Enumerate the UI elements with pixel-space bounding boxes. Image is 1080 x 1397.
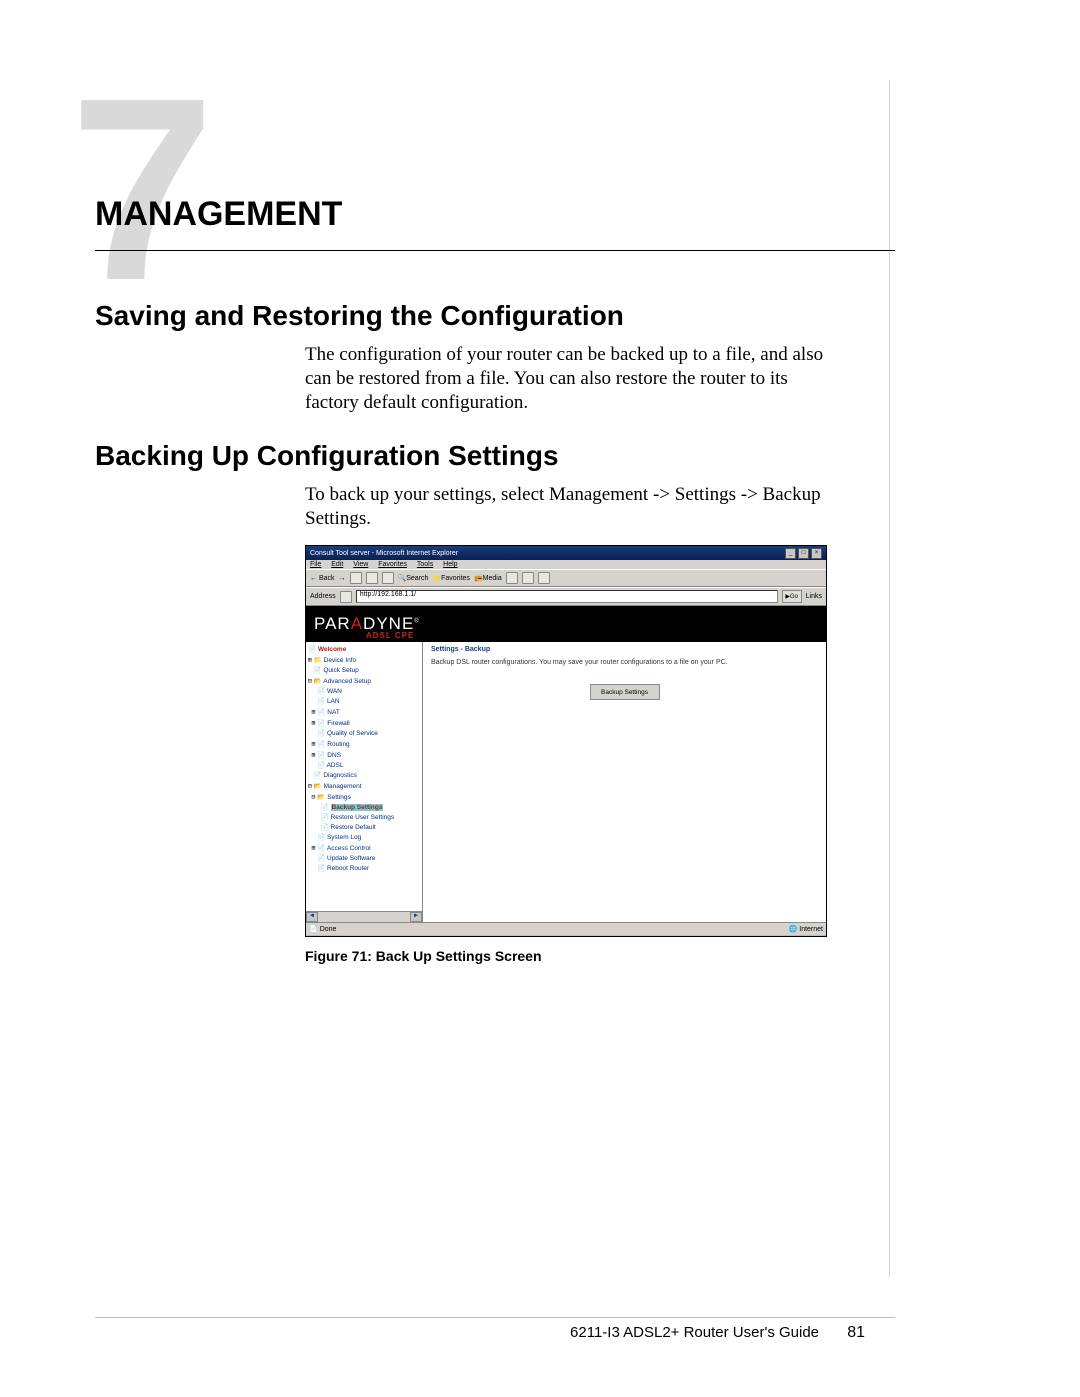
nav-system-log[interactable]: 📄 System Log bbox=[308, 833, 420, 843]
menu-help[interactable]: Help bbox=[443, 561, 457, 568]
nav-tree: 📄 Welcome ⊞ 📁 Device Info 📄 Quick Setup … bbox=[306, 642, 423, 922]
nav-advanced-setup[interactable]: ⊟ 📂 Advanced Setup bbox=[308, 676, 420, 687]
section-body-saving: The configuration of your router can be … bbox=[305, 343, 845, 414]
print-icon[interactable] bbox=[538, 572, 550, 584]
window-buttons: _ □ × bbox=[785, 548, 822, 559]
section-body-backup: To back up your settings, select Managem… bbox=[305, 483, 875, 531]
nav-quick-setup[interactable]: 📄 Quick Setup bbox=[308, 666, 420, 676]
brand-banner: PARADYNE® ADSL CPE bbox=[306, 606, 826, 642]
nav-nat[interactable]: ⊞ 📄 NAT bbox=[308, 707, 420, 718]
panel-title: Settings - Backup bbox=[431, 646, 818, 653]
nav-wan[interactable]: 📄 WAN bbox=[308, 687, 420, 697]
status-right: 🌐 Internet bbox=[789, 925, 823, 933]
nav-dns[interactable]: ⊞ 📄 DNS bbox=[308, 750, 420, 761]
chapter-title: MANAGEMENT bbox=[95, 195, 342, 234]
tree-scrollbar[interactable]: ◄ ► bbox=[306, 911, 422, 922]
home-icon[interactable] bbox=[382, 572, 394, 584]
nav-access-control[interactable]: ⊞ 📄 Access Control bbox=[308, 843, 420, 854]
address-input[interactable]: http://192.168.1.1/ bbox=[356, 590, 778, 603]
title-rule bbox=[95, 250, 895, 251]
nav-adsl[interactable]: 📄 ADSL bbox=[308, 761, 420, 771]
brand-subtitle: ADSL CPE bbox=[366, 631, 414, 640]
screenshot-figure: Consult Tool server - Microsoft Internet… bbox=[305, 545, 827, 937]
window-title: Consult Tool server - Microsoft Internet… bbox=[310, 550, 458, 557]
footer-page-number: 81 bbox=[847, 1324, 865, 1341]
menu-favorites[interactable]: Favorites bbox=[378, 561, 407, 568]
scroll-right-icon[interactable]: ► bbox=[410, 912, 422, 922]
menu-file[interactable]: File bbox=[310, 561, 321, 568]
go-button[interactable]: ▶Go bbox=[782, 590, 802, 603]
nav-lan[interactable]: 📄 LAN bbox=[308, 697, 420, 707]
page-icon bbox=[340, 591, 352, 603]
nav-firewall[interactable]: ⊞ 📄 Firewall bbox=[308, 718, 420, 729]
nav-settings[interactable]: ⊟ 📂 Settings bbox=[308, 792, 420, 803]
page-footer: 6211-I3 ADSL2+ Router User's Guide 81 bbox=[95, 1317, 895, 1342]
address-toolbar: Address http://192.168.1.1/ ▶Go Links bbox=[306, 587, 826, 606]
backup-settings-button[interactable]: Backup Settings bbox=[590, 684, 660, 700]
minimize-icon[interactable]: _ bbox=[785, 548, 796, 559]
maximize-icon[interactable]: □ bbox=[798, 548, 809, 559]
window-titlebar: Consult Tool server - Microsoft Internet… bbox=[306, 546, 826, 560]
media-button[interactable]: 📻Media bbox=[474, 574, 502, 582]
address-label: Address bbox=[310, 593, 336, 600]
nav-update-software[interactable]: 📄 Update Software bbox=[308, 854, 420, 864]
history-icon[interactable] bbox=[506, 572, 518, 584]
nav-toolbar: ← Back → 🔍Search ⭐Favorites 📻Media bbox=[306, 569, 826, 587]
search-button[interactable]: 🔍Search bbox=[398, 574, 429, 582]
nav-management[interactable]: ⊟ 📂 Management bbox=[308, 781, 420, 792]
nav-qos[interactable]: 📄 Quality of Service bbox=[308, 729, 420, 739]
status-bar: 📄 Done 🌐 Internet bbox=[306, 922, 826, 935]
figure-caption: Figure 71: Back Up Settings Screen bbox=[305, 948, 542, 964]
section-heading-backup: Backing Up Configuration Settings bbox=[95, 440, 559, 472]
links-label[interactable]: Links bbox=[806, 593, 822, 600]
nav-backup-settings[interactable]: 📄 Backup Settings bbox=[308, 803, 420, 813]
nav-reboot[interactable]: 📄 Reboot Router bbox=[308, 864, 420, 874]
close-icon[interactable]: × bbox=[811, 548, 822, 559]
menu-tools[interactable]: Tools bbox=[417, 561, 433, 568]
menu-bar: File Edit View Favorites Tools Help bbox=[306, 560, 826, 569]
menu-view[interactable]: View bbox=[353, 561, 368, 568]
nav-restore-user[interactable]: 📄 Restore User Settings bbox=[308, 813, 420, 823]
footer-guide-name: 6211-I3 ADSL2+ Router User's Guide bbox=[570, 1324, 819, 1341]
nav-routing[interactable]: ⊞ 📄 Routing bbox=[308, 739, 420, 750]
mail-icon[interactable] bbox=[522, 572, 534, 584]
stop-icon[interactable] bbox=[350, 572, 362, 584]
back-button[interactable]: ← Back bbox=[310, 575, 335, 582]
favorites-button[interactable]: ⭐Favorites bbox=[432, 574, 470, 582]
forward-button[interactable]: → bbox=[339, 575, 346, 582]
scroll-left-icon[interactable]: ◄ bbox=[306, 912, 318, 922]
content-area: 📄 Welcome ⊞ 📁 Device Info 📄 Quick Setup … bbox=[306, 642, 826, 922]
chapter-number: 7 bbox=[70, 60, 205, 320]
nav-welcome[interactable]: 📄 Welcome bbox=[308, 645, 420, 655]
section-heading-saving: Saving and Restoring the Configuration bbox=[95, 300, 624, 332]
menu-edit[interactable]: Edit bbox=[331, 561, 343, 568]
refresh-icon[interactable] bbox=[366, 572, 378, 584]
status-left: 📄 Done bbox=[309, 925, 336, 933]
panel-text: Backup DSL router configurations. You ma… bbox=[431, 659, 818, 666]
nav-restore-default[interactable]: 📄 Restore Default bbox=[308, 823, 420, 833]
nav-device-info[interactable]: ⊞ 📁 Device Info bbox=[308, 655, 420, 666]
nav-diagnostics[interactable]: 📄 Diagnostics bbox=[308, 771, 420, 781]
main-panel: Settings - Backup Backup DSL router conf… bbox=[423, 642, 826, 922]
